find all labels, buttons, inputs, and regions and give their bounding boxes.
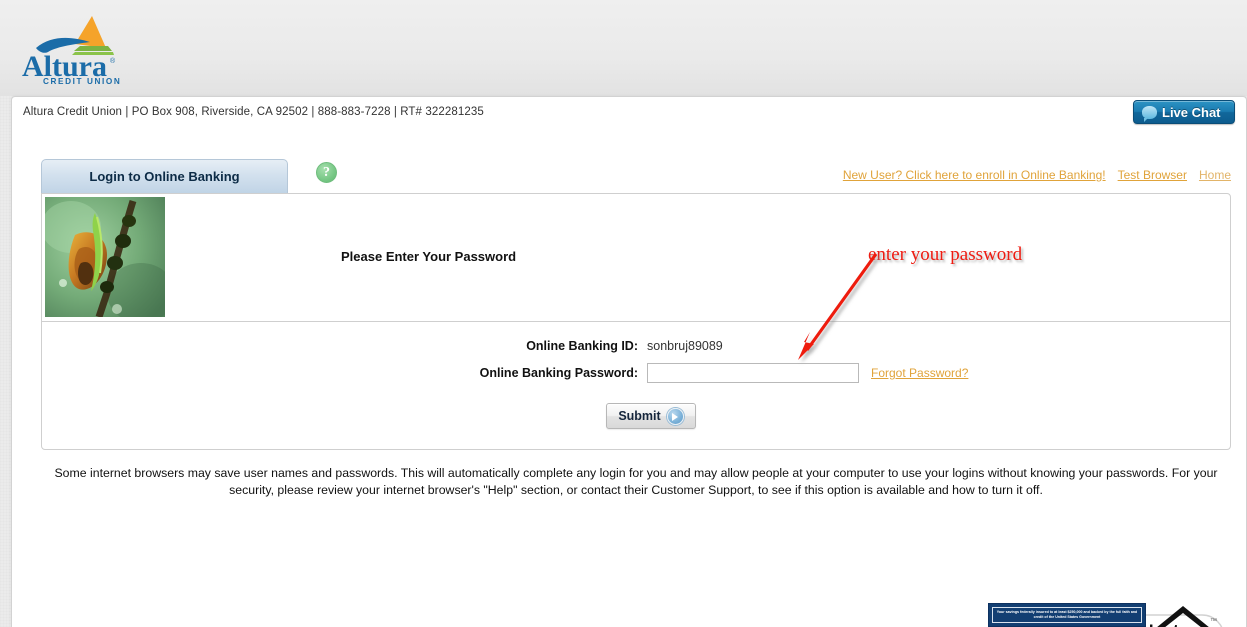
browser-password-disclaimer: Some internet browsers may save user nam…	[54, 466, 1218, 497]
login-panel-top: Please Enter Your Password	[42, 194, 1230, 322]
altura-credit-union-logo[interactable]: Altura ® CREDIT UNION	[18, 8, 128, 84]
link-home[interactable]: Home	[1199, 168, 1231, 182]
page-card: Altura Credit Union | PO Box 908, Rivers…	[11, 96, 1247, 627]
ncua-badge-text: Your savings federally insured to at lea…	[996, 610, 1138, 619]
annotation-text: enter your password	[868, 244, 1023, 265]
tab-row: Login to Online Banking ? New User? Clic…	[41, 159, 1231, 193]
question-mark-glyph: ?	[323, 164, 330, 180]
live-chat-label: Live Chat	[1162, 104, 1221, 120]
online-banking-password-row: Online Banking Password: Forgot Password…	[42, 363, 1230, 383]
ncua-badge-inner: Your savings federally insured to at lea…	[992, 607, 1142, 623]
password-input[interactable]	[647, 363, 859, 383]
tab-label: Login to Online Banking	[89, 169, 240, 184]
ncua-insured-badge: Your savings federally insured to at lea…	[988, 603, 1146, 627]
live-chat-button[interactable]: Live Chat	[1133, 100, 1235, 124]
login-panel-body: Online Banking ID: sonbruj89089 Online B…	[42, 322, 1230, 449]
brand-strip: Altura ® CREDIT UNION	[0, 0, 1247, 96]
submit-row: Submit	[42, 403, 1230, 429]
equal-housing-lender-icon	[1152, 604, 1214, 627]
link-test-browser[interactable]: Test Browser	[1118, 168, 1187, 182]
login-form-panel: Please Enter Your Password Online Bankin…	[41, 193, 1231, 450]
online-banking-id-row: Online Banking ID: sonbruj89089	[42, 339, 1230, 353]
svg-text:CREDIT UNION: CREDIT UNION	[43, 77, 121, 84]
online-banking-password-label: Online Banking Password:	[479, 366, 638, 380]
top-links: New User? Click here to enroll in Online…	[843, 168, 1231, 182]
svg-text:®: ®	[110, 57, 116, 65]
prompt-title: Please Enter Your Password	[341, 249, 517, 264]
security-image	[45, 197, 165, 317]
online-banking-id-value: sonbruj89089	[647, 339, 723, 353]
contact-info-line: Altura Credit Union | PO Box 908, Rivers…	[23, 106, 484, 118]
submit-button[interactable]: Submit	[606, 403, 696, 429]
chat-bubble-icon	[1142, 105, 1157, 122]
arrow-right-icon	[666, 407, 684, 425]
submit-button-label: Submit	[618, 409, 661, 423]
help-icon[interactable]: ?	[316, 162, 337, 183]
online-banking-id-label: Online Banking ID:	[526, 339, 638, 353]
tab-login-to-online-banking[interactable]: Login to Online Banking	[41, 159, 288, 193]
forgot-password-link[interactable]: Forgot Password?	[871, 366, 968, 380]
link-new-user-enroll[interactable]: New User? Click here to enroll in Online…	[843, 168, 1106, 182]
